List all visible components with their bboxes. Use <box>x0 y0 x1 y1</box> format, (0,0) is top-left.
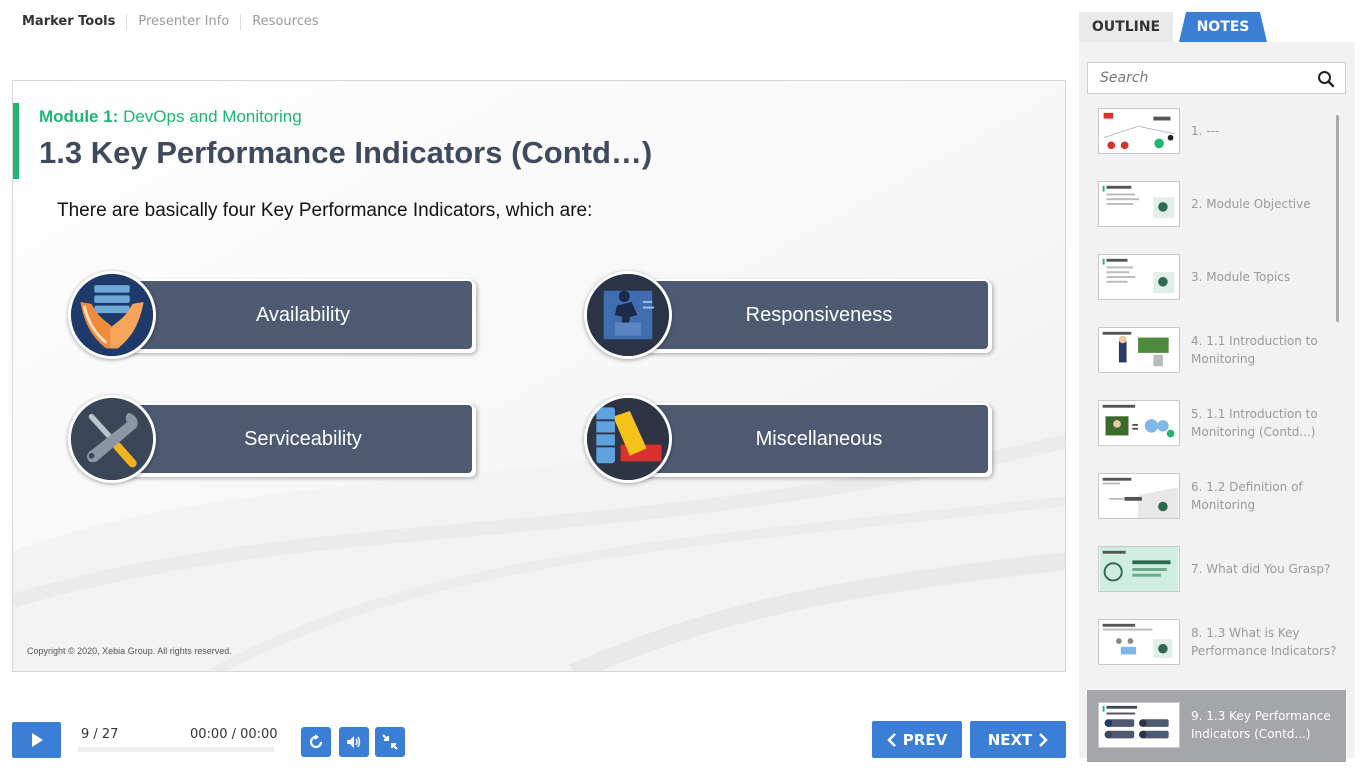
top-nav: Marker Tools Presenter Info Resources <box>22 13 330 31</box>
chevron-right-icon <box>1039 732 1049 747</box>
outline-item-4[interactable]: 4. 1.1 Introduction to Monitoring <box>1087 325 1346 397</box>
tab-notes[interactable]: NOTES <box>1179 12 1267 42</box>
slide-thumbnail <box>1098 702 1180 748</box>
search-box <box>1087 62 1346 94</box>
volume-icon <box>347 736 361 748</box>
kpi-availability[interactable]: Availability <box>68 271 478 359</box>
replay-icon <box>309 734 323 749</box>
play-button[interactable] <box>12 722 61 758</box>
outline-item-label: 2. Module Objective <box>1191 197 1311 211</box>
search-input[interactable] <box>1088 63 1308 93</box>
availability-icon <box>68 271 156 359</box>
kpi-label: Responsiveness <box>745 303 893 326</box>
outline-item-7[interactable]: 7. What did You Grasp? <box>1087 544 1346 616</box>
outline-item-3[interactable]: 3. Module Topics <box>1087 252 1346 324</box>
wrench-screwdriver-icon <box>68 395 156 483</box>
slide-title: 1.3 Key Performance Indicators (Contd…) <box>39 135 653 170</box>
outline-item-label: 9. 1.3 Key Performance Indicators (Contd… <box>1191 709 1331 741</box>
kpi-miscellaneous[interactable]: Miscellaneous <box>584 395 994 483</box>
side-panel: OUTLINE NOTES 1. --- 2. Module Objective <box>1079 12 1355 762</box>
outline-panel: 1. --- 2. Module Objective 3. Module Top… <box>1079 42 1355 762</box>
prev-button[interactable]: PREV <box>872 721 962 758</box>
search-icon[interactable] <box>1317 70 1335 88</box>
slide-thumbnail <box>1098 181 1180 227</box>
outline-item-label: 1. --- <box>1191 124 1220 138</box>
copyright-text: Copyright © 2020, Xebia Group. All right… <box>27 646 232 656</box>
slide-counter: 9 / 27 <box>81 727 119 742</box>
volume-button[interactable] <box>339 727 369 757</box>
replay-button[interactable] <box>301 727 331 757</box>
presenter-info-link[interactable]: Presenter Info <box>126 14 240 30</box>
outline-item-9[interactable]: 9. 1.3 Key Performance Indicators (Contd… <box>1087 690 1346 762</box>
collapse-button[interactable] <box>375 727 405 757</box>
outline-item-label: 6. 1.2 Definition of Monitoring <box>1191 480 1303 512</box>
title-accent-bar <box>13 103 19 179</box>
outline-item-5[interactable]: 5. 1.1 Introduction to Monitoring (Contd… <box>1087 398 1346 470</box>
outline-item-label: 5. 1.1 Introduction to Monitoring (Contd… <box>1191 407 1318 439</box>
responsiveness-icon <box>584 271 672 359</box>
module-name: DevOps and Monitoring <box>123 107 302 126</box>
kpi-responsiveness[interactable]: Responsiveness <box>584 271 994 359</box>
slide-thumbnail <box>1098 619 1180 665</box>
kpi-label: Miscellaneous <box>755 427 883 450</box>
next-button[interactable]: NEXT <box>970 721 1066 758</box>
panel-tabs: OUTLINE NOTES <box>1079 12 1355 42</box>
outline-item-6[interactable]: 6. 1.2 Definition of Monitoring <box>1087 471 1346 543</box>
outline-item-label: 3. Module Topics <box>1191 270 1291 284</box>
module-line: Module 1: DevOps and Monitoring <box>39 107 302 127</box>
next-label: NEXT <box>987 730 1033 749</box>
slide-thumbnail <box>1098 327 1180 373</box>
collapse-icon <box>382 734 398 750</box>
prev-label: PREV <box>902 730 948 749</box>
module-prefix: Module 1: <box>39 107 119 126</box>
resources-link[interactable]: Resources <box>240 14 329 30</box>
play-icon <box>31 733 43 747</box>
marker-tools-link[interactable]: Marker Tools <box>22 14 126 30</box>
outline-item-label: 4. 1.1 Introduction to Monitoring <box>1191 334 1318 366</box>
slide-thumbnail <box>1098 400 1180 446</box>
slide-thumbnail <box>1098 108 1180 154</box>
outline-item-label: 8. 1.3 What is Key Performance Indicator… <box>1191 626 1337 658</box>
slide-canvas: Module 1: DevOps and Monitoring 1.3 Key … <box>12 80 1066 672</box>
slide-thumbnail <box>1098 473 1180 519</box>
slide-intro-text: There are basically four Key Performance… <box>57 200 593 221</box>
kpi-serviceability[interactable]: Serviceability <box>68 395 478 483</box>
color-swatch-icon <box>584 395 672 483</box>
outline-item-label: 7. What did You Grasp? <box>1191 562 1331 576</box>
kpi-label: Serviceability <box>244 427 362 450</box>
time-readout: 00:00 / 00:00 <box>190 727 278 742</box>
outline-item-1[interactable]: 1. --- <box>1087 106 1346 178</box>
outline-scrollbar[interactable] <box>1336 115 1339 322</box>
slide-thumbnail <box>1098 546 1180 592</box>
kpi-label: Availability <box>255 303 351 326</box>
slide-thumbnail <box>1098 254 1180 300</box>
tab-outline[interactable]: OUTLINE <box>1079 12 1173 42</box>
outline-item-8[interactable]: 8. 1.3 What is Key Performance Indicator… <box>1087 617 1346 689</box>
chevron-left-icon <box>887 732 896 747</box>
outline-item-2[interactable]: 2. Module Objective <box>1087 179 1346 251</box>
progress-bar[interactable] <box>78 747 274 752</box>
